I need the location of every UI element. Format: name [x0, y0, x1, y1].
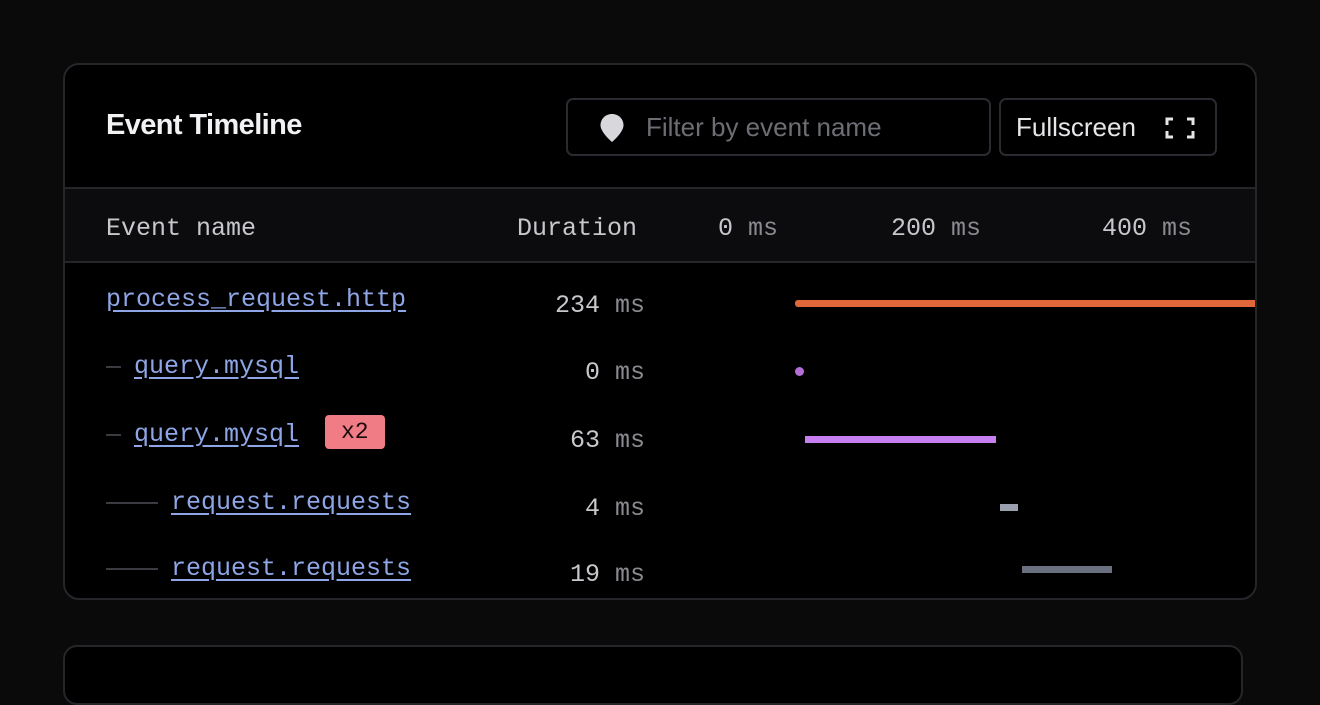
event-name-link[interactable]: query.mysql: [134, 352, 299, 381]
column-event-name: Event name: [106, 214, 257, 243]
count-badge: x2: [325, 415, 385, 449]
timeline-title: Event Timeline: [106, 109, 302, 141]
event-name-link[interactable]: request.requests: [171, 554, 411, 583]
fullscreen-icon: [1165, 117, 1195, 139]
event-name-link[interactable]: query.mysql: [134, 420, 299, 449]
event-timeline-panel: Event Timeline Fullscreen Event name Dur…: [63, 63, 1257, 600]
axis-tick: 200 ms: [891, 214, 982, 243]
duration-bar: [795, 366, 804, 376]
tree-connector: [106, 366, 121, 368]
timeline-table-header: Event name Duration 0 ms 200 ms 400 ms: [65, 187, 1255, 263]
tree-connector: [106, 434, 121, 436]
timeline-header: Event Timeline Fullscreen: [65, 65, 1255, 188]
duration-value: 19 ms: [569, 560, 645, 589]
axis-tick: 400 ms: [1102, 214, 1193, 243]
filter-input[interactable]: [646, 108, 976, 146]
table-row: query.mysql x2 63 ms: [65, 406, 1255, 466]
duration-bar: [999, 503, 1018, 511]
table-row: request.requests 4 ms: [65, 474, 1255, 534]
duration-bar: [1021, 565, 1113, 573]
duration-bar: [804, 435, 996, 443]
location-pin-icon: [600, 114, 624, 142]
fullscreen-label: Fullscreen: [1016, 112, 1136, 142]
tree-connector: [106, 568, 158, 570]
duration-value: 63 ms: [569, 426, 645, 455]
event-name-link[interactable]: process_request.http: [106, 285, 406, 314]
duration-value: 4 ms: [584, 494, 645, 523]
event-name-link[interactable]: request.requests: [171, 488, 411, 517]
filter-field[interactable]: [566, 98, 991, 156]
duration-value: 234 ms: [554, 291, 645, 320]
fullscreen-button[interactable]: Fullscreen: [999, 98, 1217, 156]
next-panel: [63, 645, 1243, 705]
axis-tick: 0 ms: [718, 214, 779, 243]
tree-connector: [106, 502, 158, 504]
column-duration: Duration: [517, 214, 638, 243]
duration-value: 0 ms: [584, 358, 645, 387]
table-row: query.mysql 0 ms: [65, 338, 1255, 398]
duration-bar: [795, 299, 1255, 307]
